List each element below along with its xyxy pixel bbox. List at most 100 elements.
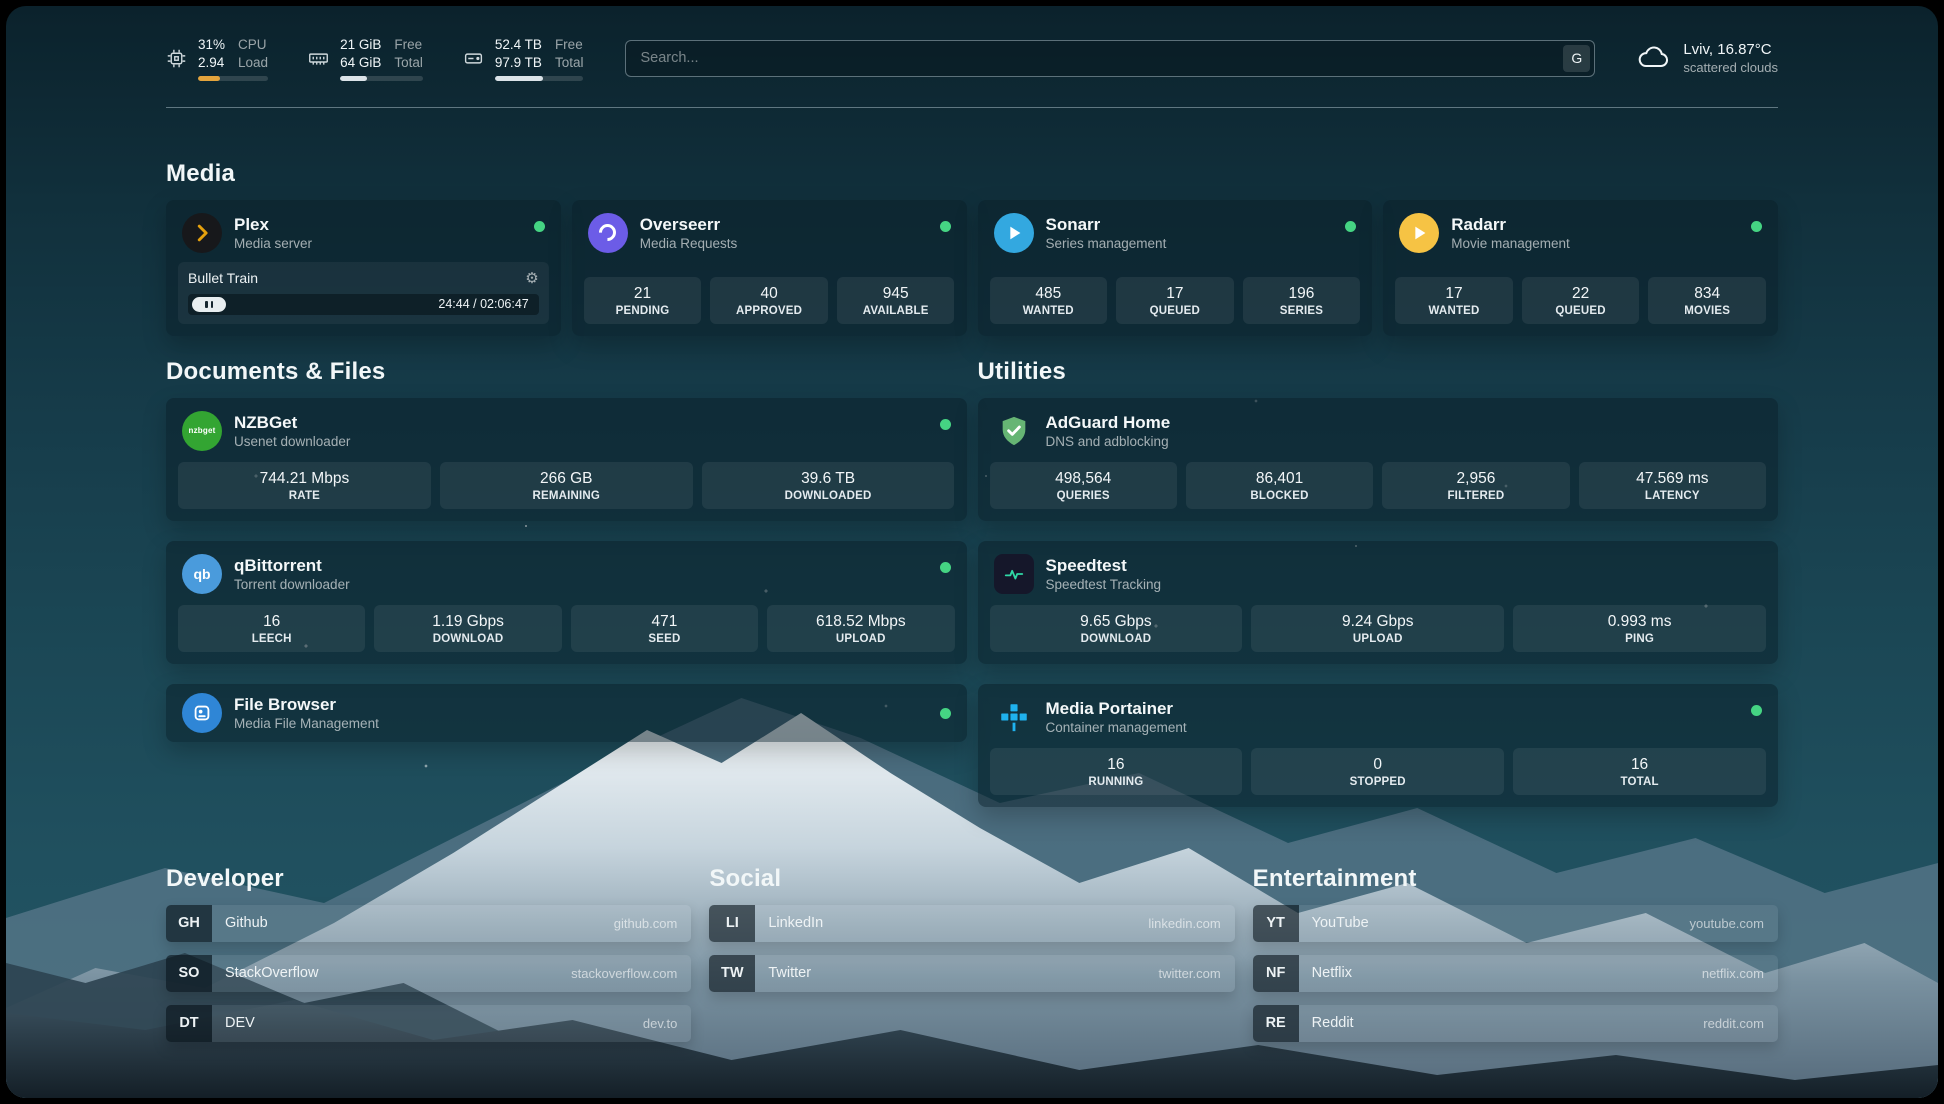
bookmark-url: dev.to — [643, 1016, 677, 1031]
service-name: NZBGet — [234, 412, 350, 433]
disk-usage-bar — [495, 76, 584, 81]
header-divider — [166, 107, 1778, 108]
bookmark-youtube[interactable]: YT YouTube youtube.com — [1253, 905, 1778, 942]
service-name: Plex — [234, 214, 312, 235]
plex-now-playing: Bullet Train ⚙ 24:44 / 02:06:47 — [178, 262, 549, 324]
bookmark-abbr: YT — [1253, 905, 1299, 942]
bookmark-url: twitter.com — [1159, 966, 1221, 981]
service-name: Media Portainer — [1046, 698, 1187, 719]
cloud-icon — [1637, 45, 1671, 71]
memory-usage-bar — [340, 76, 423, 81]
memory-total: 64 GiB — [340, 54, 381, 72]
service-description: Media server — [234, 236, 312, 251]
stat-box: 498,564 QUERIES — [990, 462, 1177, 509]
service-description: Movie management — [1451, 236, 1570, 251]
disk-widget: 52.4 TB 97.9 TB Free Total — [463, 36, 584, 81]
service-card-plex[interactable]: Plex Media server Bullet Train ⚙ 24:44 /… — [166, 200, 561, 336]
stat-box: 16 LEECH — [178, 605, 365, 652]
bookmark-url: reddit.com — [1703, 1016, 1764, 1031]
stat-box: 0 STOPPED — [1251, 748, 1504, 795]
now-playing-title: Bullet Train — [188, 270, 258, 286]
bookmark-abbr: TW — [709, 955, 755, 992]
service-card-radarr[interactable]: Radarr Movie management 17 WANTED 22 QUE… — [1383, 200, 1778, 336]
pause-button[interactable] — [192, 297, 226, 312]
cpu-usage-bar — [198, 76, 268, 81]
playback-progress-bar[interactable]: 24:44 / 02:06:47 — [188, 294, 539, 315]
bookmark-name: LinkedIn — [768, 915, 823, 931]
search-input[interactable] — [625, 40, 1595, 77]
stat-box: 266 GB REMAINING — [440, 462, 693, 509]
service-name: File Browser — [234, 694, 379, 715]
bookmark-url: github.com — [614, 916, 678, 931]
disk-total-label: Total — [555, 54, 584, 72]
service-card-nzbget[interactable]: nzbget NZBGet Usenet downloader 744.21 M… — [166, 398, 967, 521]
playback-time: 24:44 / 02:06:47 — [438, 297, 528, 311]
section-title-utilities: Utilities — [978, 358, 1779, 386]
disk-free-label: Free — [555, 36, 584, 54]
disk-free: 52.4 TB — [495, 36, 542, 54]
bookmark-url: stackoverflow.com — [571, 966, 677, 981]
search-provider-button[interactable]: G — [1563, 45, 1590, 72]
bookmark-abbr: RE — [1253, 1005, 1299, 1042]
cpu-percent: 31% — [198, 36, 225, 54]
overseerr-icon — [588, 213, 628, 253]
service-card-adguard[interactable]: AdGuard Home DNS and adblocking 498,564 … — [978, 398, 1779, 521]
bookmark-dev[interactable]: DT DEVdev.to — [166, 1005, 691, 1042]
bookmark-abbr: NF — [1253, 955, 1299, 992]
plex-icon — [182, 213, 222, 253]
memory-icon — [308, 48, 329, 69]
service-name: AdGuard Home — [1046, 412, 1171, 433]
stat-box: 1.19 Gbps DOWNLOAD — [374, 605, 561, 652]
disk-total: 97.9 TB — [495, 54, 542, 72]
service-description: Speedtest Tracking — [1046, 577, 1162, 592]
bookmark-abbr: DT — [166, 1005, 212, 1042]
service-card-sonarr[interactable]: Sonarr Series management 485 WANTED 17 Q… — [978, 200, 1373, 336]
bookmark-abbr: GH — [166, 905, 212, 942]
status-online-dot — [1751, 705, 1762, 716]
bookmark-url: linkedin.com — [1148, 916, 1220, 931]
memory-widget: 21 GiB 64 GiB Free Total — [308, 36, 423, 81]
service-description: Media Requests — [640, 236, 738, 251]
bookmark-reddit[interactable]: RE Redditreddit.com — [1253, 1005, 1778, 1042]
memory-free: 21 GiB — [340, 36, 381, 54]
bookmark-name: YouTube — [1312, 915, 1369, 931]
settings-gear-icon[interactable]: ⚙ — [525, 269, 538, 287]
stat-box: 945 AVAILABLE — [837, 277, 955, 324]
filebrowser-icon — [182, 693, 222, 733]
search-bar: G — [625, 40, 1595, 77]
service-card-portainer[interactable]: Media Portainer Container management 16 … — [978, 684, 1779, 807]
stat-box: 471 SEED — [571, 605, 758, 652]
status-online-dot — [940, 708, 951, 719]
service-card-speedtest[interactable]: Speedtest Speedtest Tracking 9.65 Gbps D… — [978, 541, 1779, 664]
service-card-qbittorrent[interactable]: qb qBittorrent Torrent downloader 16 LEE… — [166, 541, 967, 664]
memory-total-label: Total — [394, 54, 423, 72]
bookmark-github[interactable]: GH Githubgithub.com — [166, 905, 691, 942]
stat-box: 9.24 Gbps UPLOAD — [1251, 605, 1504, 652]
bookmark-name: Twitter — [768, 965, 811, 981]
stat-box: 196 SERIES — [1243, 277, 1361, 324]
stat-box: 39.6 TB DOWNLOADED — [702, 462, 955, 509]
service-card-filebrowser[interactable]: File Browser Media File Management — [166, 684, 967, 742]
stat-box: 744.21 Mbps RATE — [178, 462, 431, 509]
section-title-entertainment: Entertainment — [1253, 865, 1778, 893]
bookmark-linkedin[interactable]: LI LinkedInlinkedin.com — [709, 905, 1234, 942]
status-online-dot — [940, 221, 951, 232]
memory-free-label: Free — [394, 36, 423, 54]
bookmark-twitter[interactable]: TW Twitter twitter.com — [709, 955, 1234, 992]
stat-box: 618.52 Mbps UPLOAD — [767, 605, 954, 652]
system-stats: 31% 2.94 CPU Load — [166, 36, 583, 81]
service-description: Series management — [1046, 236, 1167, 251]
bookmark-netflix[interactable]: NF Netflixnetflix.com — [1253, 955, 1778, 992]
sonarr-icon — [994, 213, 1034, 253]
stat-box: 834 MOVIES — [1648, 277, 1766, 324]
section-title-media: Media — [166, 160, 1778, 188]
bookmark-stackoverflow[interactable]: SO StackOverflowstackoverflow.com — [166, 955, 691, 992]
cpu-load-label: Load — [238, 54, 268, 72]
stat-box: 485 WANTED — [990, 277, 1108, 324]
speedtest-icon — [994, 554, 1034, 594]
bookmark-url: youtube.com — [1690, 916, 1764, 931]
stat-box: 16 RUNNING — [990, 748, 1243, 795]
top-bar: 31% 2.94 CPU Load — [166, 6, 1778, 81]
service-card-overseerr[interactable]: Overseerr Media Requests 21 PENDING 40 A… — [572, 200, 967, 336]
stat-box: 40 APPROVED — [710, 277, 828, 324]
